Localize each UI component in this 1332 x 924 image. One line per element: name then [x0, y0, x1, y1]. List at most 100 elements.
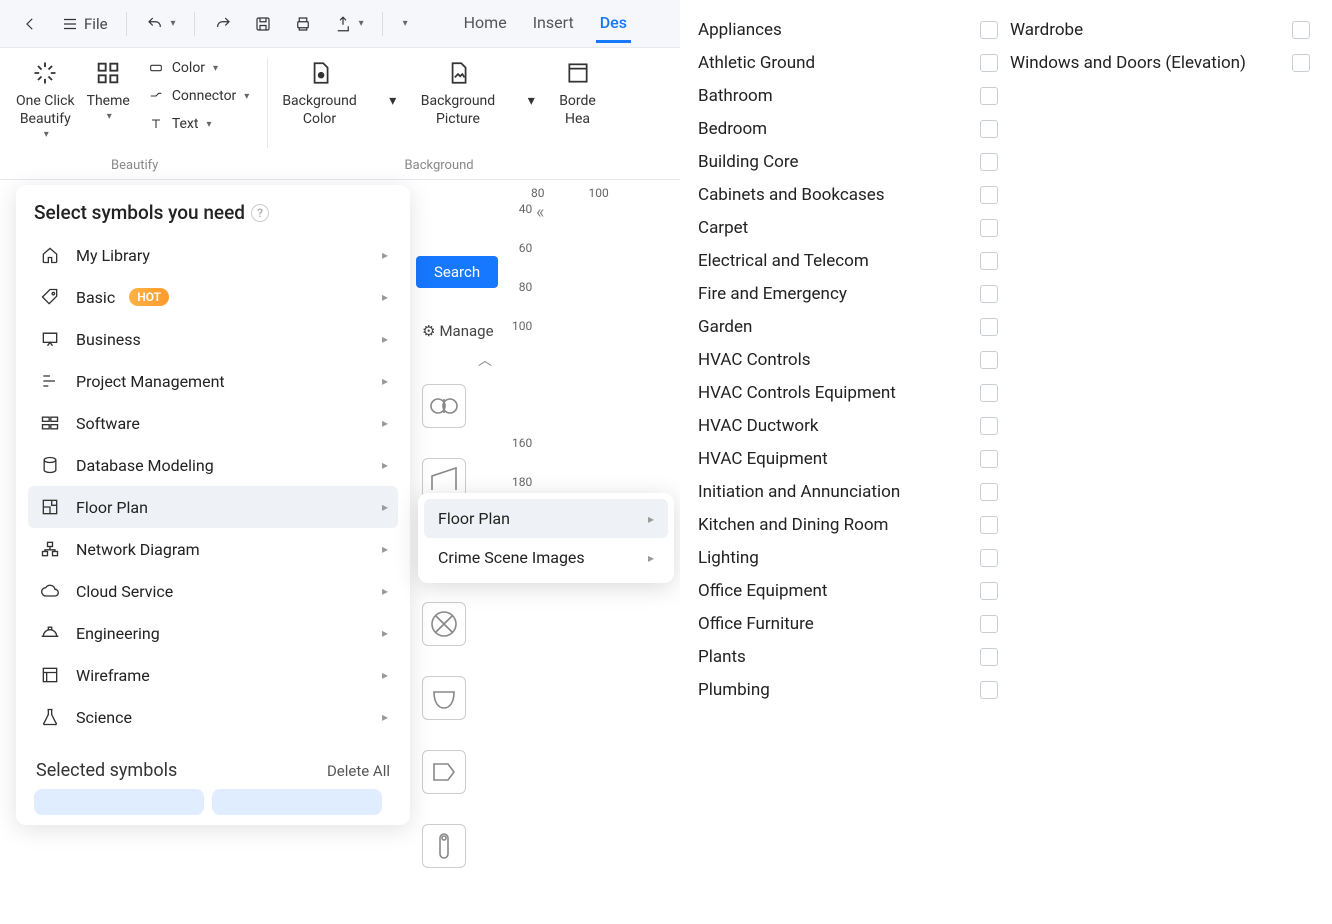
checkbox[interactable] [980, 252, 998, 270]
checklist-item[interactable]: Plumbing [698, 674, 998, 707]
selected-chip[interactable] [34, 789, 204, 815]
submenu-crime-scene[interactable]: Crime Scene Images▸ [424, 538, 668, 577]
print-button[interactable] [285, 10, 321, 38]
more-button[interactable]: ▾ [393, 14, 416, 33]
chevron-right-icon: ▸ [648, 551, 654, 565]
tab-insert[interactable]: Insert [529, 5, 578, 43]
symbol-panel: Select symbols you need ? My Library▸Bas… [16, 185, 410, 825]
checklist-item[interactable]: Wardrobe [1010, 14, 1310, 47]
color-button[interactable]: Color▾ [142, 56, 254, 80]
background-color-button[interactable]: Background Color [282, 56, 356, 128]
checkbox[interactable] [980, 384, 998, 402]
redo-button[interactable] [205, 10, 241, 38]
checkbox[interactable] [1292, 21, 1310, 39]
back-button[interactable] [12, 10, 48, 38]
checklist-item[interactable]: Lighting [698, 542, 998, 575]
collapse-section-button[interactable]: ︿ [478, 350, 492, 370]
checkbox[interactable] [980, 417, 998, 435]
tab-design[interactable]: Des [596, 5, 631, 43]
category-software[interactable]: Software▸ [28, 402, 398, 444]
checklist-item[interactable]: Fire and Emergency [698, 278, 998, 311]
checkbox[interactable] [980, 582, 998, 600]
checkbox[interactable] [980, 285, 998, 303]
checklist-item[interactable]: Plants [698, 641, 998, 674]
selected-chip[interactable] [212, 789, 382, 815]
category-basic[interactable]: BasicHOT▸ [28, 276, 398, 318]
checkbox[interactable] [980, 54, 998, 72]
undo-button[interactable]: ▾ [137, 10, 184, 38]
category-my-library[interactable]: My Library▸ [28, 234, 398, 276]
checklist-item[interactable]: Electrical and Telecom [698, 245, 998, 278]
checklist-item[interactable]: Windows and Doors (Elevation) [1010, 47, 1310, 80]
checklist-item[interactable]: Building Core [698, 146, 998, 179]
background-picture-button[interactable]: Background Picture [421, 56, 495, 128]
one-click-beautify-button[interactable]: One Click Beautify▾ [16, 56, 75, 141]
category-business[interactable]: Business▸ [28, 318, 398, 360]
checkbox[interactable] [1292, 54, 1310, 72]
checkbox[interactable] [980, 87, 998, 105]
checkbox[interactable] [980, 351, 998, 369]
checklist-item[interactable]: Appliances [698, 14, 998, 47]
symbol-thumb[interactable] [422, 676, 466, 720]
checkbox[interactable] [980, 483, 998, 501]
checklist-item[interactable]: HVAC Controls [698, 344, 998, 377]
export-button[interactable]: ▾ [325, 10, 372, 38]
category-database-modeling[interactable]: Database Modeling▸ [28, 444, 398, 486]
sparkle-icon [28, 56, 62, 90]
search-button[interactable]: Search [416, 256, 498, 288]
checklist-item[interactable]: Cabinets and Bookcases [698, 179, 998, 212]
category-project-management[interactable]: Project Management▸ [28, 360, 398, 402]
category-label: Cloud Service [76, 582, 173, 601]
checklist-item[interactable]: HVAC Controls Equipment [698, 377, 998, 410]
delete-all-button[interactable]: Delete All [327, 762, 390, 780]
checklist-item[interactable]: Athletic Ground [698, 47, 998, 80]
checkbox[interactable] [980, 516, 998, 534]
checklist-item[interactable]: Garden [698, 311, 998, 344]
submenu-floor-plan-sub[interactable]: Floor Plan▸ [424, 499, 668, 538]
checkbox[interactable] [980, 648, 998, 666]
theme-button[interactable]: Theme▾ [87, 56, 130, 123]
background-picture-dropdown[interactable]: ▾ [513, 56, 547, 110]
checklist-item[interactable]: Bedroom [698, 113, 998, 146]
manage-link[interactable]: ⚙Manage [422, 322, 494, 340]
symbol-thumb[interactable] [422, 750, 466, 794]
checklist-item[interactable]: Carpet [698, 212, 998, 245]
collapse-panel-button[interactable]: « [536, 202, 544, 223]
text-style-button[interactable]: Text▾ [142, 112, 254, 136]
category-engineering[interactable]: Engineering▸ [28, 612, 398, 654]
checklist-item[interactable]: Office Equipment [698, 575, 998, 608]
background-color-dropdown[interactable]: ▾ [375, 56, 409, 110]
checklist-item[interactable]: Initiation and Annunciation [698, 476, 998, 509]
checklist-item[interactable]: Bathroom [698, 80, 998, 113]
ribbon-group-background: Background Color ▾ Background Picture ▾ … [274, 52, 604, 179]
checkbox[interactable] [980, 186, 998, 204]
category-science[interactable]: Science▸ [28, 696, 398, 738]
tab-home[interactable]: Home [460, 5, 511, 43]
save-button[interactable] [245, 10, 281, 38]
symbol-thumb[interactable] [422, 824, 466, 868]
category-cloud-service[interactable]: Cloud Service▸ [28, 570, 398, 612]
checkbox[interactable] [980, 615, 998, 633]
checkbox[interactable] [980, 120, 998, 138]
border-head-button[interactable]: Borde Hea [559, 56, 596, 128]
checklist-item[interactable]: Office Furniture [698, 608, 998, 641]
checkbox[interactable] [980, 450, 998, 468]
checkbox[interactable] [980, 549, 998, 567]
checkbox[interactable] [980, 21, 998, 39]
checkbox[interactable] [980, 219, 998, 237]
category-floor-plan[interactable]: Floor Plan▸ [28, 486, 398, 528]
symbol-thumb[interactable] [422, 602, 466, 646]
checklist-item[interactable]: HVAC Ductwork [698, 410, 998, 443]
category-wireframe[interactable]: Wireframe▸ [28, 654, 398, 696]
help-icon[interactable]: ? [251, 204, 269, 222]
checklist-item[interactable]: HVAC Equipment [698, 443, 998, 476]
symbol-thumb[interactable] [422, 384, 466, 428]
checkbox[interactable] [980, 318, 998, 336]
checkbox[interactable] [980, 681, 998, 699]
category-network-diagram[interactable]: Network Diagram▸ [28, 528, 398, 570]
checklist-item[interactable]: Kitchen and Dining Room [698, 509, 998, 542]
connector-button[interactable]: Connector▾ [142, 84, 254, 108]
file-menu[interactable]: File [52, 10, 116, 38]
symbol-checklist-panel: AppliancesAthletic GroundBathroomBedroom… [680, 0, 1332, 844]
checkbox[interactable] [980, 153, 998, 171]
